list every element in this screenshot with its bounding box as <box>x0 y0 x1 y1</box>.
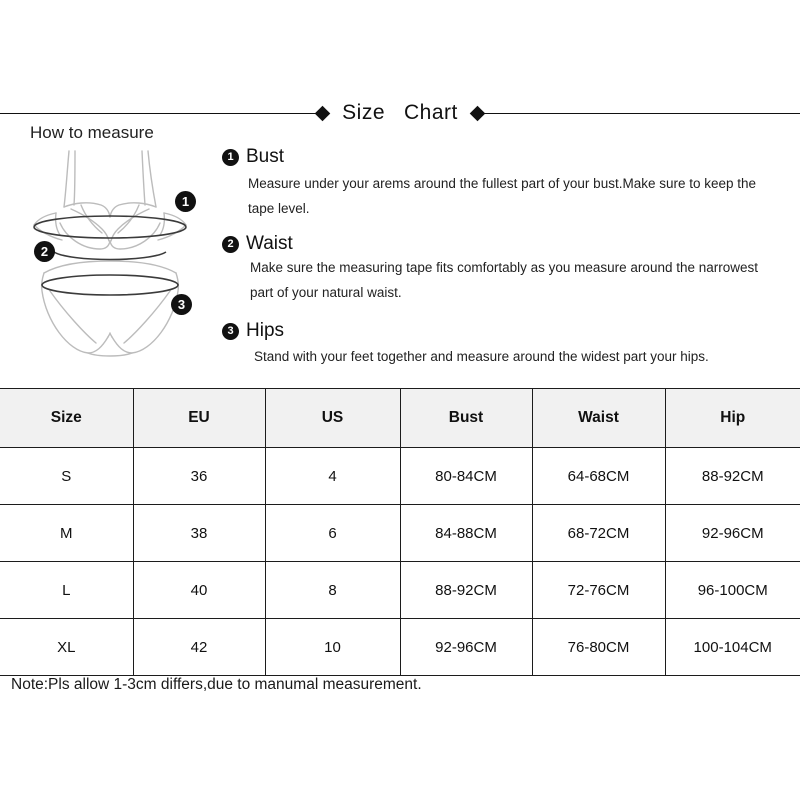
instruction-waist-body: Make sure the measuring tape fits comfor… <box>250 260 759 300</box>
illustration-badge-2: 2 <box>34 241 55 262</box>
instruction-number-icon: 3 <box>222 322 239 340</box>
cell-eu: 42 <box>132 618 266 676</box>
cell-eu: 40 <box>132 561 266 619</box>
cell-hip: 100-104CM <box>664 618 800 676</box>
table-row: M 38 6 84-88CM 68-72CM 92-96CM <box>0 504 800 562</box>
illustration-badge-1: 1 <box>175 191 196 212</box>
instruction-bust-body: Measure under your arems around the full… <box>248 176 757 216</box>
instruction-waist-header: 2 Waist <box>222 233 784 255</box>
cell-us: 10 <box>264 618 401 676</box>
cell-us: 6 <box>264 504 401 562</box>
instruction-number-icon: 1 <box>222 148 239 166</box>
cell-bust: 80-84CM <box>399 447 533 505</box>
cell-hip: 88-92CM <box>664 447 800 505</box>
instruction-hips-title: Hips <box>246 320 285 341</box>
cell-eu: 38 <box>132 504 266 562</box>
table-row: S 36 4 80-84CM 64-68CM 88-92CM <box>0 447 800 505</box>
table-row: L 40 8 88-92CM 72-76CM 96-100CM <box>0 561 800 619</box>
table-header-us: US <box>264 388 401 448</box>
cell-bust: 84-88CM <box>399 504 533 562</box>
table-header-row: Size EU US Bust Waist Hip <box>0 388 800 448</box>
diamond-icon <box>314 105 331 121</box>
instruction-hips-body: Stand with your feet together and measur… <box>254 349 709 364</box>
cell-hip: 96-100CM <box>664 561 800 619</box>
page-title: Size Chart <box>342 101 458 124</box>
cell-size: S <box>0 447 134 505</box>
table-header-bust: Bust <box>399 388 533 448</box>
waist-measure-line <box>53 251 167 261</box>
hip-measure-line <box>41 274 179 296</box>
title-rule-right <box>482 112 800 114</box>
diamond-icon <box>469 105 486 121</box>
instruction-hips: 3 Hips Stand with your feet together and… <box>222 320 784 369</box>
table-header-waist: Waist <box>531 388 666 448</box>
instruction-bust-title: Bust <box>246 146 285 167</box>
table-header-eu: EU <box>132 388 266 448</box>
instruction-waist: 2 Waist Make sure the measuring tape fit… <box>222 233 784 305</box>
cell-size: XL <box>0 618 134 676</box>
title-rule-left <box>0 112 318 114</box>
cell-bust: 92-96CM <box>399 618 533 676</box>
cell-waist: 76-80CM <box>531 618 666 676</box>
instruction-bust-header: 1 Bust <box>222 146 784 168</box>
cell-us: 4 <box>264 447 401 505</box>
table-row: XL 42 10 92-96CM 76-80CM 100-104CM <box>0 618 800 676</box>
instruction-number-icon: 2 <box>222 235 239 253</box>
cell-waist: 64-68CM <box>531 447 666 505</box>
cell-bust: 88-92CM <box>399 561 533 619</box>
cell-hip: 92-96CM <box>664 504 800 562</box>
cell-eu: 36 <box>132 447 266 505</box>
illustration-badge-3: 3 <box>171 294 192 315</box>
table-header-hip: Hip <box>664 388 800 448</box>
cell-waist: 68-72CM <box>531 504 666 562</box>
measurement-disclaimer-note: Note:Pls allow 1-3cm differs,due to manu… <box>11 676 422 693</box>
table-header-size: Size <box>0 388 134 448</box>
cell-size: M <box>0 504 134 562</box>
instruction-waist-title: Waist <box>246 233 293 254</box>
size-chart-table: Size EU US Bust Waist Hip S 36 4 80-84CM… <box>0 388 800 676</box>
cell-us: 8 <box>264 561 401 619</box>
instruction-hips-header: 3 Hips <box>222 320 784 342</box>
instruction-bust: 1 Bust Measure under your arems around t… <box>222 146 784 221</box>
cell-size: L <box>0 561 134 619</box>
how-to-measure-heading: How to measure <box>30 123 154 142</box>
cell-waist: 72-76CM <box>531 561 666 619</box>
